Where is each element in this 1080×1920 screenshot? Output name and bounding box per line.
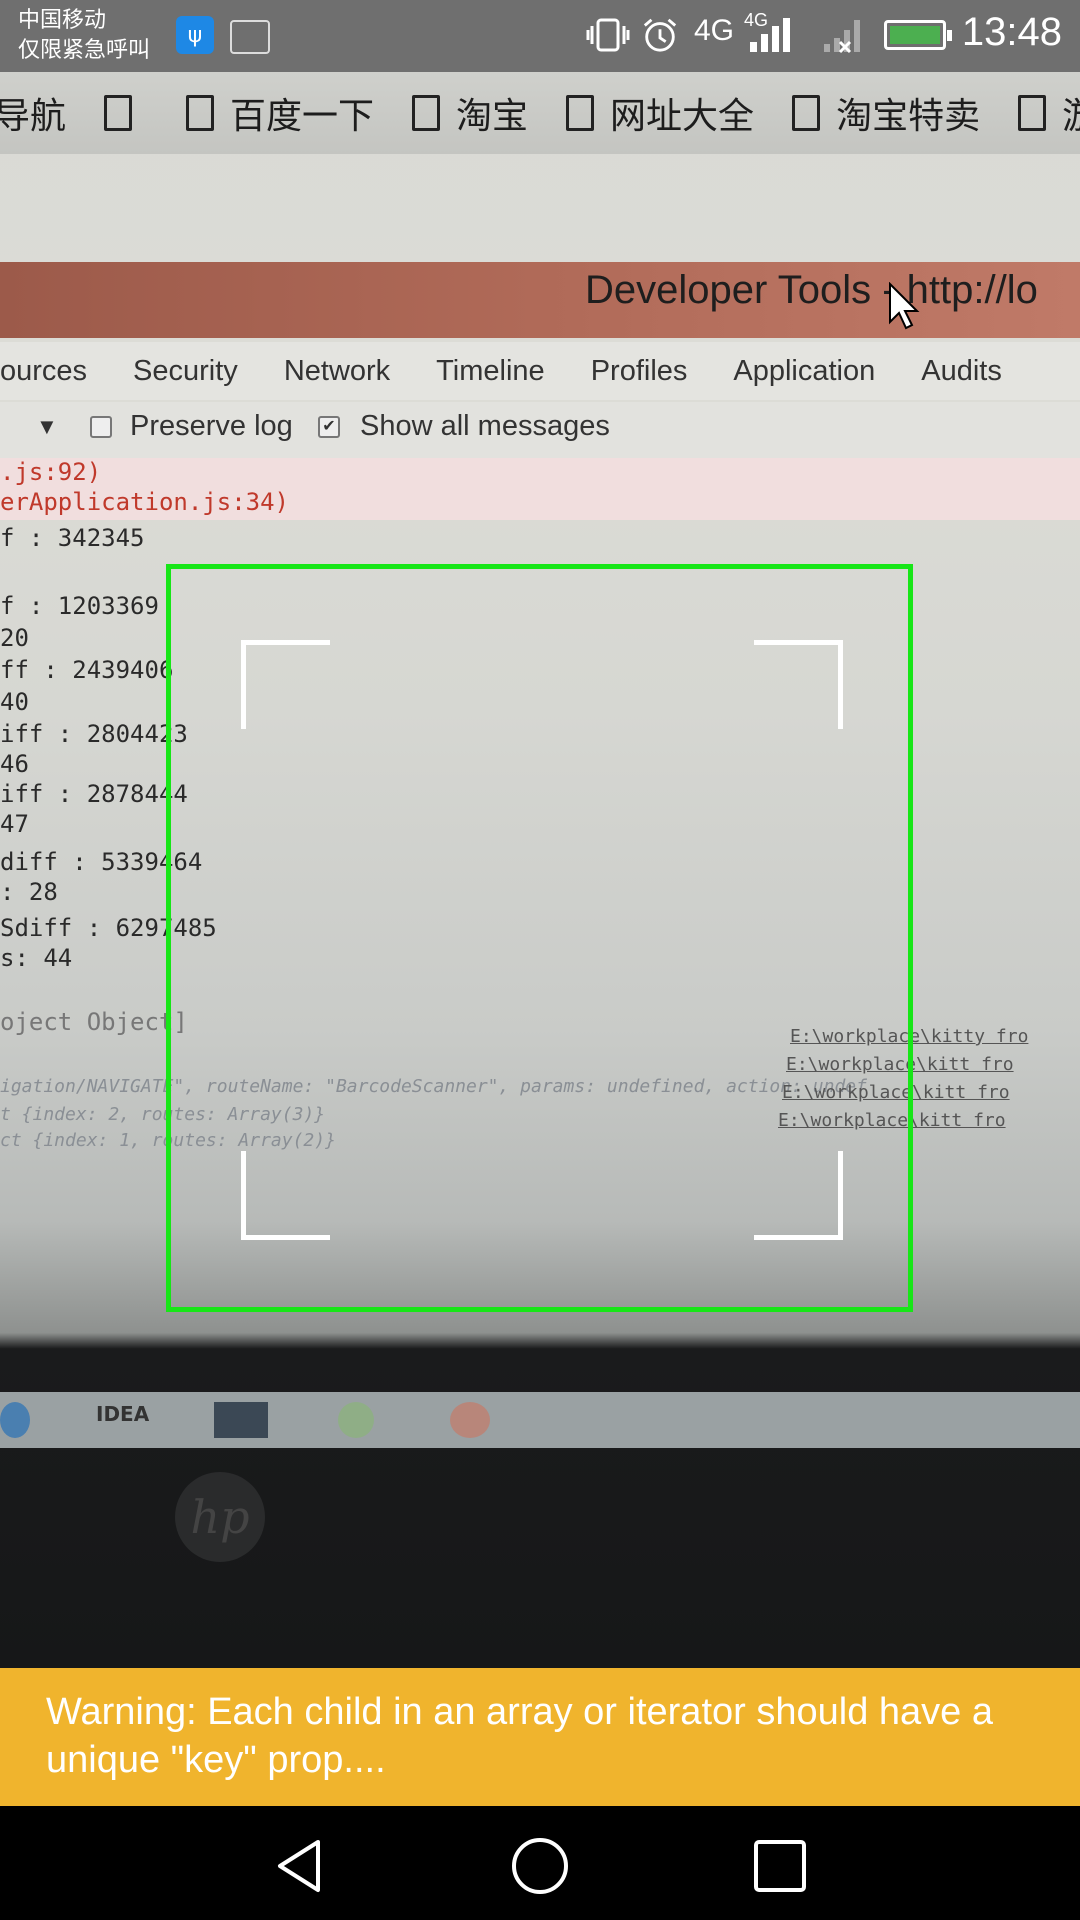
no-signal-icon xyxy=(824,20,860,54)
scan-corner-bottom-left xyxy=(241,1151,330,1240)
bookmark-item: 网址大全 xyxy=(566,87,754,139)
preserve-log-label: Preserve log xyxy=(130,410,293,442)
hp-logo: hp xyxy=(175,1472,265,1562)
console-line: 40 xyxy=(0,688,29,716)
app-icon xyxy=(0,1402,30,1438)
gallery-icon xyxy=(230,20,270,54)
console-line: iff : 2804423 xyxy=(0,720,188,748)
console-line: 46 xyxy=(0,750,29,778)
app-icon xyxy=(214,1402,268,1438)
console-line: 20 xyxy=(0,624,29,652)
bookmark-item: 导航 xyxy=(0,96,67,137)
yellow-box-warning[interactable]: Warning: Each child in an array or itera… xyxy=(0,1668,1080,1806)
status-bar: 中国移动 仅限紧急呼叫 ψ 4G 4G 13:48 xyxy=(0,0,1080,72)
android-nav-bar xyxy=(0,1806,1080,1920)
signal-icon xyxy=(750,18,790,52)
emergency-only-label: 仅限紧急呼叫 xyxy=(18,38,151,63)
tab-audits: Audits xyxy=(921,354,1002,387)
bookmark-item: 游戏 xyxy=(1018,87,1080,139)
console-toolbar: ▼ Preserve log ✔ Show all messages xyxy=(0,402,1080,458)
chrome-icon xyxy=(450,1402,490,1438)
bookmark-item xyxy=(104,95,148,131)
alarm-icon xyxy=(643,18,677,52)
tab-application: Application xyxy=(733,354,876,387)
recents-button[interactable] xyxy=(750,1836,810,1896)
bookmark-item: 百度一下 xyxy=(186,87,374,139)
bookmark-item: 淘宝 xyxy=(412,87,528,139)
tab-timeline: Timeline xyxy=(436,354,545,387)
page-icon xyxy=(566,95,595,131)
devtools-titlebar: Developer Tools - http://lo xyxy=(0,262,1080,338)
network-type-1: 4G xyxy=(694,14,735,47)
laptop-taskbar: IDEA xyxy=(0,1392,1080,1448)
tab-security: Security xyxy=(133,354,238,387)
tab-profiles: Profiles xyxy=(590,354,688,387)
console-line: oject Object] xyxy=(0,1008,188,1036)
scan-corner-top-right xyxy=(754,640,843,729)
page-icon xyxy=(186,95,215,131)
warning-message: Warning: Each child in an array or itera… xyxy=(46,1691,993,1781)
show-all-checkbox: ✔ xyxy=(318,416,340,438)
scan-corner-top-left xyxy=(241,640,330,729)
console-line: s: 44 xyxy=(0,944,73,972)
console-line: : 28 xyxy=(0,878,58,906)
console-line: f : 1203369 xyxy=(0,592,159,620)
browser-bookmarks-bar: 导航 百度一下 淘宝 网址大全 淘宝特卖 游戏 xyxy=(0,72,1080,154)
home-button[interactable] xyxy=(510,1836,570,1896)
usb-icon: ψ xyxy=(176,16,214,54)
bookmark-item: 淘宝特卖 xyxy=(792,87,980,139)
page-icon xyxy=(1018,95,1047,131)
console-line: iff : 2878444 xyxy=(0,780,188,808)
page-icon xyxy=(792,95,821,131)
carrier-name: 中国移动 xyxy=(18,8,107,33)
preserve-log-checkbox xyxy=(90,416,112,438)
scan-corner-bottom-right xyxy=(754,1151,843,1240)
tab-sources: ources xyxy=(0,354,88,387)
show-all-label: Show all messages xyxy=(360,410,610,442)
page-icon xyxy=(412,95,441,131)
console-line: erApplication.js:34) xyxy=(0,488,289,516)
vibrate-icon xyxy=(586,18,630,52)
devtools-title: Developer Tools - http://lo xyxy=(585,268,1038,312)
filter-dropdown-icon: ▼ xyxy=(36,414,58,439)
back-button[interactable] xyxy=(270,1836,330,1896)
tab-network: Network xyxy=(283,354,391,387)
console-line: f : 342345 xyxy=(0,524,145,552)
console-line: ff : 2439406 xyxy=(0,656,174,684)
clock: 13:48 xyxy=(961,10,1062,54)
page-icon xyxy=(104,95,133,131)
console-line: .js:92) xyxy=(0,458,102,486)
app-icon xyxy=(338,1402,374,1438)
mouse-cursor-icon xyxy=(889,282,920,330)
devtools-tabs: ources Security Network Timeline Profile… xyxy=(0,342,1080,400)
idea-app-label: IDEA xyxy=(96,1402,150,1426)
battery-charging-icon xyxy=(884,20,952,50)
console-line: 47 xyxy=(0,810,29,838)
carrier-info: 中国移动 仅限紧急呼叫 xyxy=(18,6,150,66)
